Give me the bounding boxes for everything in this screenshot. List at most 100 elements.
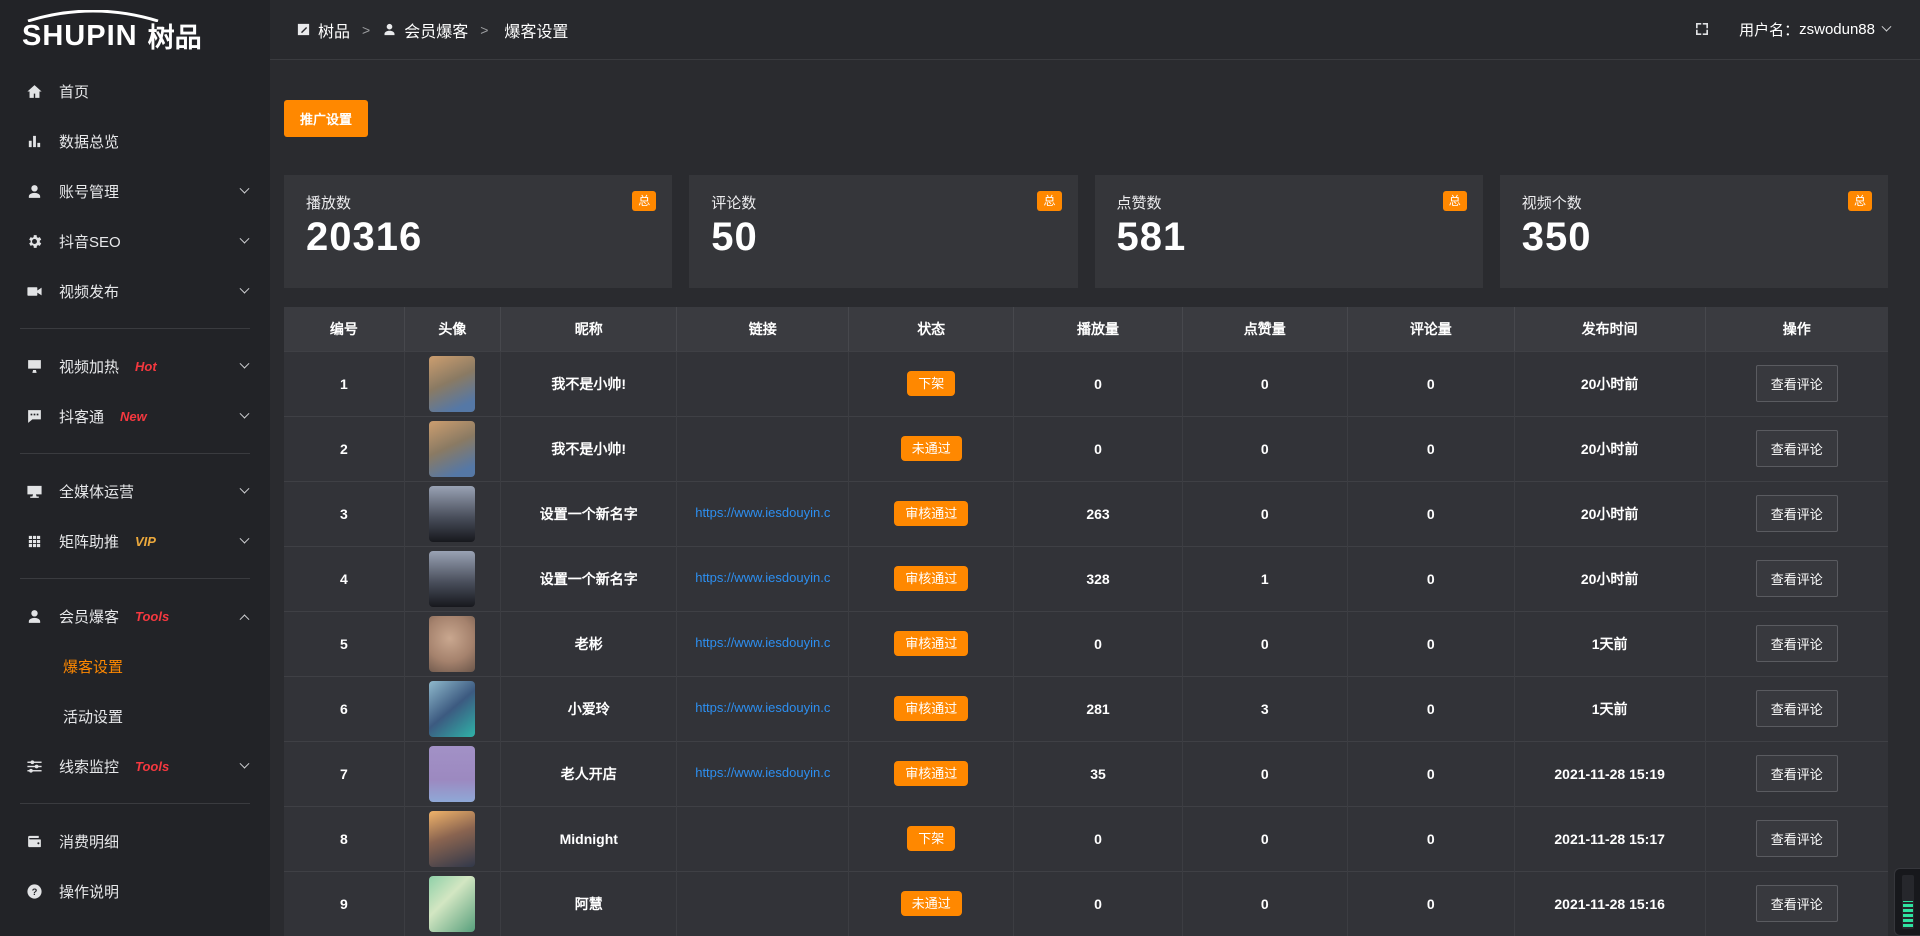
sidebar-item-label: 消费明细 [59, 831, 119, 852]
sidebar-item[interactable] [20, 578, 250, 579]
breadcrumb: 树品 > 会员爆客 > 爆客设置 [296, 18, 568, 42]
chevron-icon [240, 408, 250, 418]
cell-time: 2021-11-28 15:16 [1514, 871, 1705, 936]
cell-likes: 0 [1182, 806, 1347, 871]
sidebar-item-member-baoke[interactable]: 会员爆客 Tools [0, 591, 270, 641]
cell-avatar [404, 416, 500, 481]
sidebar-item-label: 爆客设置 [63, 656, 123, 677]
view-comments-button[interactable]: 查看评论 [1756, 430, 1838, 467]
cell-plays: 0 [1014, 416, 1182, 481]
stat-label: 点赞数 [1117, 192, 1461, 213]
sidebar-item-consumption-details[interactable]: 消费明细 [0, 816, 270, 866]
sidebar-item-data-overview[interactable]: 数据总览 [0, 116, 270, 166]
cell-link: https://www.iesdouyin.c [677, 481, 849, 546]
sidebar-item-baoke-settings[interactable]: 爆客设置 [0, 641, 270, 691]
table-row: 6 小爱玲 https://www.iesdouyin.c 审核通过 281 3 [284, 676, 1888, 741]
sidebar-menu: 首页 数据总览 账号管理 抖音SEO 视频发布 [0, 62, 270, 916]
cell-no: 8 [284, 806, 404, 871]
grid-icon [24, 531, 44, 551]
dashboard-icon [296, 22, 312, 38]
video-link[interactable]: https://www.iesdouyin.c [695, 505, 830, 520]
avatar [429, 421, 475, 477]
stat-value: 350 [1522, 215, 1866, 260]
sidebar-item[interactable] [20, 803, 250, 804]
stat-value: 50 [711, 215, 1055, 260]
view-comments-button[interactable]: 查看评论 [1756, 755, 1838, 792]
video-link[interactable]: https://www.iesdouyin.c [695, 635, 830, 650]
view-comments-button[interactable]: 查看评论 [1756, 690, 1838, 727]
col-header-comments: 评论量 [1347, 307, 1514, 351]
sidebar-item-clue-monitor[interactable]: 线索监控 Tools [0, 741, 270, 791]
svg-text:?: ? [31, 887, 37, 897]
sidebar-item-label: 视频加热 [59, 356, 119, 377]
cell-no: 7 [284, 741, 404, 806]
sidebar-item-label: 全媒体运营 [59, 481, 134, 502]
chevron-icon [240, 283, 250, 293]
breadcrumb-item-baoke-settings[interactable]: 爆客设置 [504, 18, 568, 42]
cell-nickname: 阿慧 [501, 871, 677, 936]
sidebar-item-operation-guide[interactable]: ? 操作说明 [0, 866, 270, 916]
cell-nickname: 老彬 [501, 611, 677, 676]
sidebar-item-omni-media[interactable]: 全媒体运营 [0, 466, 270, 516]
view-comments-button[interactable]: 查看评论 [1756, 625, 1838, 662]
cell-status: 下架 [849, 806, 1014, 871]
cell-nickname: 老人开店 [501, 741, 677, 806]
cell-likes: 1 [1182, 546, 1347, 611]
cell-plays: 0 [1014, 611, 1182, 676]
user-menu[interactable]: 用户名：zswodun88 [1739, 19, 1890, 40]
status-badge: 下架 [907, 371, 955, 396]
sidebar-item-douyin-seo[interactable]: 抖音SEO [0, 216, 270, 266]
cell-plays: 263 [1014, 481, 1182, 546]
view-comments-button[interactable]: 查看评论 [1756, 885, 1838, 922]
video-link[interactable]: https://www.iesdouyin.c [695, 700, 830, 715]
floating-widget[interactable] [1894, 868, 1920, 936]
cell-plays: 281 [1014, 676, 1182, 741]
main-content: 推广设置 播放数 20316 总 评论数 50 总 点赞数 581 总 视频个数… [270, 0, 1920, 936]
sidebar-item-label: 抖客通 [59, 406, 104, 427]
promo-settings-button[interactable]: 推广设置 [284, 100, 368, 137]
sidebar-item-home[interactable]: 首页 [0, 66, 270, 116]
sidebar-item[interactable] [20, 328, 250, 329]
view-comments-button[interactable]: 查看评论 [1756, 820, 1838, 857]
sidebar-item-douketong[interactable]: 抖客通 New [0, 391, 270, 441]
sliders-icon [24, 756, 44, 776]
sidebar-item-matrix-boost[interactable]: 矩阵助推 VIP [0, 516, 270, 566]
sidebar-item-account-management[interactable]: 账号管理 [0, 166, 270, 216]
view-comments-button[interactable]: 查看评论 [1756, 495, 1838, 532]
stat-value: 581 [1117, 215, 1461, 260]
gauge-fill [1903, 901, 1913, 927]
fullscreen-icon[interactable] [1693, 20, 1713, 40]
home-icon [24, 81, 44, 101]
sidebar-item[interactable] [20, 453, 250, 454]
sidebar-item-video-publish[interactable]: 视频发布 [0, 266, 270, 316]
view-comments-button[interactable]: 查看评论 [1756, 560, 1838, 597]
cell-plays: 0 [1014, 806, 1182, 871]
sidebar-item-video-heating[interactable]: 视频加热 Hot [0, 341, 270, 391]
cell-actions: 查看评论 [1705, 351, 1888, 416]
table-row: 4 设置一个新名字 https://www.iesdouyin.c 审核通过 3… [284, 546, 1888, 611]
sidebar-item-activity-settings[interactable]: 活动设置 [0, 691, 270, 741]
cell-no: 9 [284, 871, 404, 936]
cell-avatar [404, 546, 500, 611]
view-comments-button[interactable]: 查看评论 [1756, 365, 1838, 402]
breadcrumb-item-shupin[interactable]: 树品 [318, 18, 350, 42]
cell-time: 20小时前 [1514, 351, 1705, 416]
avatar [429, 876, 475, 932]
video-link[interactable]: https://www.iesdouyin.c [695, 765, 830, 780]
sidebar-item-badge: Tools [135, 609, 169, 624]
breadcrumb-item-member-baoke[interactable]: 会员爆客 [404, 18, 468, 42]
status-badge: 审核通过 [894, 501, 968, 526]
avatar [429, 811, 475, 867]
cell-link: https://www.iesdouyin.c [677, 611, 849, 676]
video-link[interactable]: https://www.iesdouyin.c [695, 570, 830, 585]
cell-no: 4 [284, 546, 404, 611]
chevron-icon [240, 233, 250, 243]
status-badge: 下架 [907, 826, 955, 851]
chevron-icon [240, 533, 250, 543]
app-logo[interactable]: SHUPIN 树品 [0, 0, 270, 62]
total-badge: 总 [632, 191, 656, 211]
stats-row: 播放数 20316 总 评论数 50 总 点赞数 581 总 视频个数 350 … [284, 175, 1888, 288]
cell-link: https://www.iesdouyin.c [677, 546, 849, 611]
cell-nickname: 设置一个新名字 [501, 546, 677, 611]
cell-comments: 0 [1347, 416, 1514, 481]
